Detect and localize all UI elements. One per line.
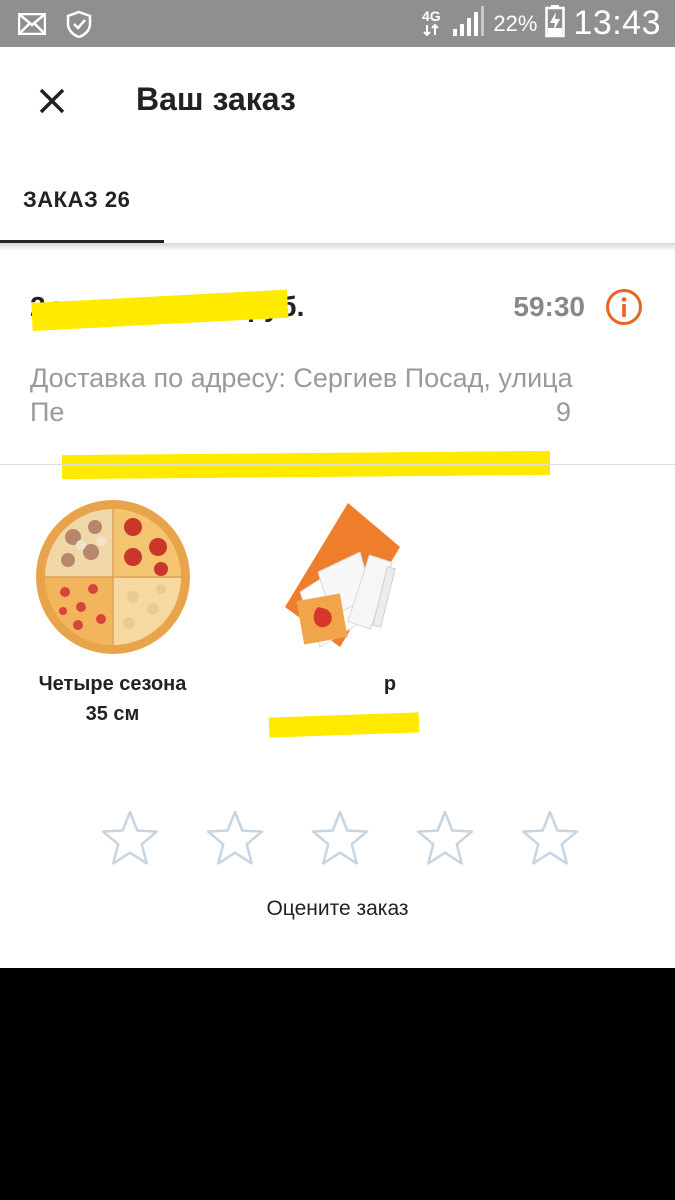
order-summary: 2 труб. 59:30 Доставка по адресу: Сергие…	[0, 251, 675, 480]
redaction-mark	[61, 450, 551, 480]
divider	[0, 464, 675, 465]
rating-stars	[100, 809, 580, 869]
order-screen: Ваш заказ ЗАКАЗ 26 2 труб. 59:30 Доставк…	[0, 47, 675, 968]
napkins-kit-image	[285, 503, 400, 648]
delivery-address: Доставка по адресу: Сергиев Посад, улица…	[30, 361, 645, 429]
mail-icon	[17, 12, 47, 40]
order-tabs: ЗАКАЗ 26	[0, 155, 675, 243]
info-button[interactable]	[605, 288, 643, 326]
redaction-mark	[268, 712, 420, 738]
address-line-1: Доставка по адресу: Сергиев Посад, улица	[30, 363, 573, 393]
star-icon[interactable]	[310, 809, 370, 869]
delivery-timer: 59:30	[513, 291, 585, 322]
tab-shadow	[0, 243, 675, 251]
status-bar: 4G 22% 13:43	[0, 0, 675, 47]
battery-charging-icon	[545, 4, 566, 43]
product-card[interactable]: р	[255, 497, 425, 738]
battery-percent: 22%	[493, 10, 538, 36]
page-title: Ваш заказ	[136, 81, 296, 117]
close-button[interactable]	[30, 79, 74, 123]
star-icon[interactable]	[205, 809, 265, 869]
star-icon[interactable]	[415, 809, 475, 869]
shield-check-icon	[66, 10, 92, 43]
rating-prompt: Оцените заказ	[266, 897, 409, 920]
toolbar: Ваш заказ	[0, 47, 675, 155]
signal-icon	[451, 5, 485, 42]
star-icon[interactable]	[520, 809, 580, 869]
network-type: 4G	[422, 7, 441, 24]
clock: 13:43	[573, 4, 661, 42]
tab-label: ЗАКАЗ 26	[23, 187, 131, 212]
empty-black-area	[0, 968, 675, 1200]
product-name: Четыре сезона	[38, 673, 187, 695]
product-card[interactable]: Четыре сезона 35 см	[20, 497, 205, 729]
info-icon	[606, 289, 642, 325]
star-icon[interactable]	[100, 809, 160, 869]
product-size: 35 см	[85, 703, 140, 725]
address-line-2-end: 9	[556, 397, 572, 427]
tab-order-26[interactable]: ЗАКАЗ 26	[0, 155, 164, 243]
address-line-2-start: Пе	[30, 397, 65, 427]
product-name: р	[383, 673, 397, 695]
pizza-image	[35, 500, 190, 654]
address-line-2: Пе 9	[30, 395, 645, 429]
data-arrows-icon: 4G	[419, 9, 443, 39]
close-icon	[39, 88, 65, 114]
